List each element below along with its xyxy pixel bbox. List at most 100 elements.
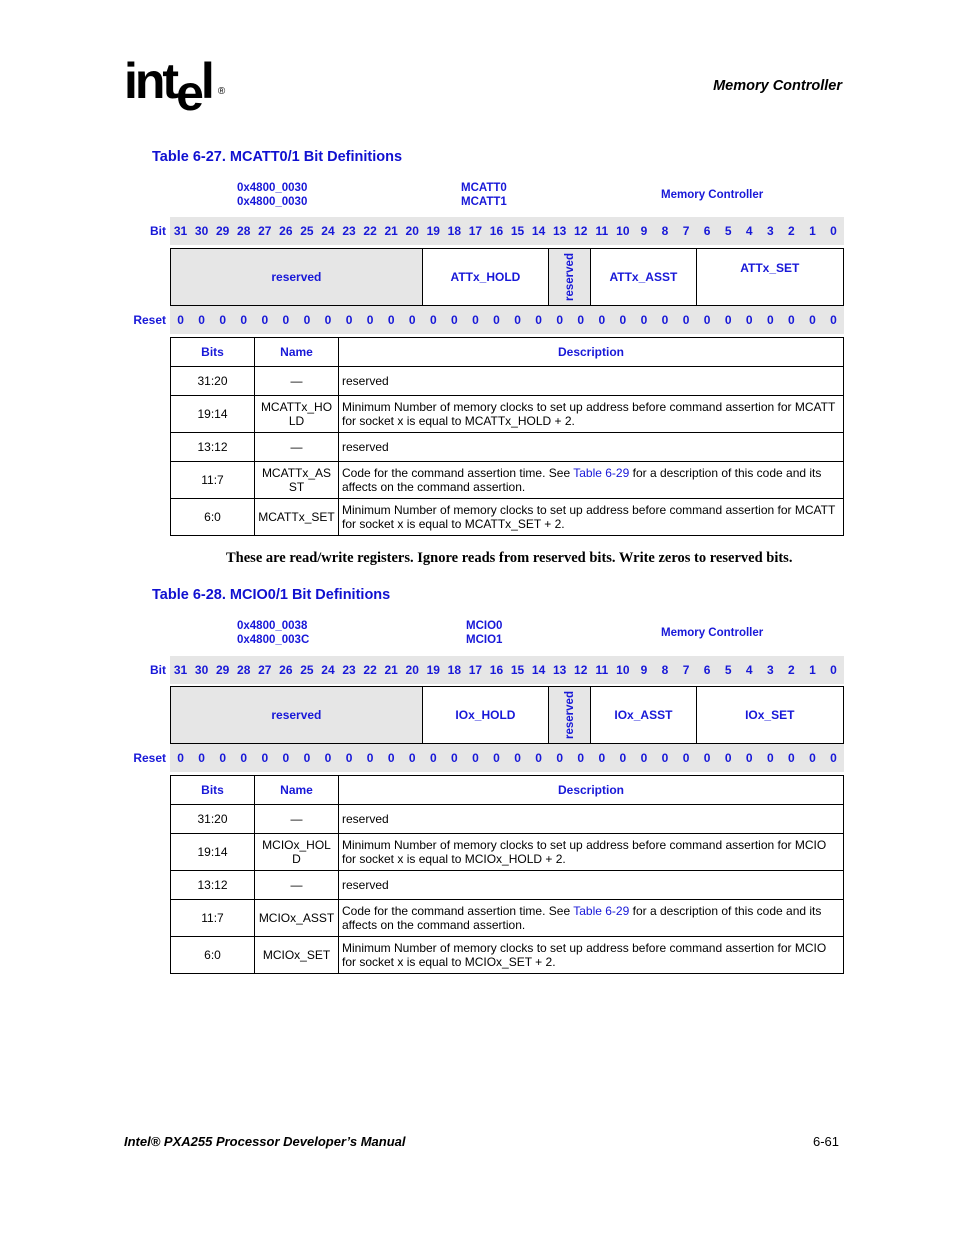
bit-number: 30 (194, 224, 209, 238)
bit-number: 23 (342, 224, 356, 238)
col-header-bits: Bits (170, 337, 255, 367)
reset-value: 0 (661, 751, 669, 765)
table-reference-link[interactable]: Table 6-29 (573, 904, 629, 918)
description-cell: Code for the command assertion time. See… (338, 461, 844, 499)
reset-value: 0 (809, 751, 816, 765)
bit-number: 6 (703, 224, 711, 238)
bit-number: 29 (215, 663, 230, 677)
table-row: 31:20— reserved (170, 366, 844, 396)
bit-label: Bit (150, 663, 166, 677)
register-name: MCATT1 (461, 196, 507, 208)
bit-number: 27 (258, 663, 272, 677)
reset-value: 0 (198, 751, 205, 765)
bit-number: 7 (682, 663, 690, 677)
table-row: 19:14 MCATTx_HOLD Minimum Number of memory… (170, 395, 844, 433)
reset-value: 0 (598, 313, 606, 327)
description-text: Code for the command assertion time. See (342, 466, 574, 480)
reset-value: 0 (472, 751, 479, 765)
bit-number: 4 (745, 224, 753, 238)
bit-number: 26 (279, 224, 293, 238)
field-label: reserved (271, 270, 322, 284)
bits-cell: 11:7 (170, 899, 255, 937)
address: 0x4800_0038 (237, 620, 308, 632)
bit-number: 31 (173, 224, 188, 238)
table-row: 6:0 MCATTx_SET Minimum Number of memory cl… (170, 498, 844, 536)
reset-value: 0 (219, 313, 226, 327)
reset-value: 0 (472, 313, 479, 327)
register-unit-2: Memory Controller (661, 627, 764, 639)
reset-value: 0 (556, 751, 563, 765)
bits-cell: 13:12 (170, 432, 255, 462)
bit-number: 1 (809, 224, 816, 238)
reset-value: 0 (640, 751, 648, 765)
access-note: These are read/write registers. Ignore r… (226, 550, 793, 566)
bit-number: 24 (321, 663, 335, 677)
bit-number: 2 (788, 224, 795, 238)
footer-manual-title: Intel® PXA255 Processor Developer’s Manu… (124, 1134, 406, 1149)
table-row: 11:7 MCIOx_ASST Code for the command asser… (170, 899, 844, 937)
reset-value: 0 (387, 313, 395, 327)
intel-logo: intel ® (124, 56, 225, 118)
name-cell: — (254, 804, 339, 834)
bit-number: 0 (830, 663, 837, 677)
bit-field: ATTx_SET (697, 249, 844, 305)
bit-number: 5 (724, 224, 732, 238)
reset-value: 0 (830, 313, 837, 327)
bit-number: 23 (342, 663, 356, 677)
reset-value: 0 (724, 751, 732, 765)
reset-value: 0 (451, 313, 458, 327)
bit-number: 18 (447, 224, 462, 238)
reset-value: 0 (535, 751, 542, 765)
description-text: reserved (342, 374, 389, 388)
bit-number: 31 (173, 663, 188, 677)
bit-number: 27 (258, 224, 272, 238)
bits-cell: 11:7 (170, 461, 255, 499)
field-label: IOx_ASST (614, 708, 673, 722)
bit-number-row: Bit 31 30 29 28 27 26 25 24 23 22 21 20 19 18 17 16 15 14… (126, 217, 844, 245)
reset-value: 0 (240, 751, 248, 765)
bit-number-row: Bit 31 30 29 28 27 26 25 24 23 22 21 20 19 18 17 16 15 14… (126, 656, 844, 684)
bit-field: IOx_HOLD (423, 687, 550, 743)
bits-cell: 6:0 (170, 498, 255, 536)
bit-number: 1 (809, 663, 816, 677)
bit-number: 11 (595, 663, 609, 677)
bit-number: 25 (300, 224, 314, 238)
name-cell: MCATTx_SET (254, 498, 339, 536)
col-header-bits: Bits (170, 775, 255, 805)
bit-definition-table-2: Bits Name Description 31:20— reserved 19:1… (170, 775, 844, 974)
name-cell: MCATTx_ASST (254, 461, 339, 499)
bit-number: 7 (682, 224, 690, 238)
reset-value: 0 (282, 751, 290, 765)
reset-value: 0 (535, 313, 542, 327)
reset-value: 0 (619, 751, 627, 765)
bit-field: ATTx_HOLD (423, 249, 550, 305)
bit-field-map: reserved ATTx_HOLD reserved ATTx_ASST ATTx_S… (170, 248, 844, 306)
reset-value: 0 (830, 751, 837, 765)
register-name: MCATT0 (461, 182, 507, 194)
table-reference-link[interactable]: Table 6-29 (573, 466, 629, 480)
bit-number: 13 (552, 224, 567, 238)
field-label: reserved (271, 708, 322, 722)
bits-cell: 13:12 (170, 870, 255, 900)
field-label: ATTx_ASST (609, 270, 678, 284)
reset-value: 0 (429, 313, 437, 327)
bit-number: 29 (215, 224, 230, 238)
reserved-field: reserved (170, 687, 423, 743)
description-text: Minimum Number of memory clocks to set u… (342, 941, 827, 969)
reset-value: 0 (619, 313, 627, 327)
bit-field-map: reserved IOx_HOLD reserved IOx_ASST IOx_SET (170, 686, 844, 744)
address: 0x4800_0030 (237, 196, 308, 208)
bit-number: 21 (384, 663, 398, 677)
reset-value: 0 (788, 313, 795, 327)
description-text: reserved (342, 878, 389, 892)
bit-number: 16 (489, 224, 504, 238)
reset-value: 0 (261, 751, 269, 765)
name-cell: — (254, 366, 339, 396)
page-number: 6-61 (812, 1134, 839, 1149)
reset-value: 0 (703, 313, 711, 327)
table-title-2: Table 6-28. MCIO0/1 Bit Definitions (152, 587, 391, 603)
bit-cells: 31 30 29 28 27 26 25 24 23 22 21 20 19 18 17 16 15 14 13 12… (170, 217, 844, 245)
reserved-field: reserved (549, 249, 592, 305)
reset-value: 0 (682, 313, 690, 327)
field-label: reserved (563, 691, 576, 739)
